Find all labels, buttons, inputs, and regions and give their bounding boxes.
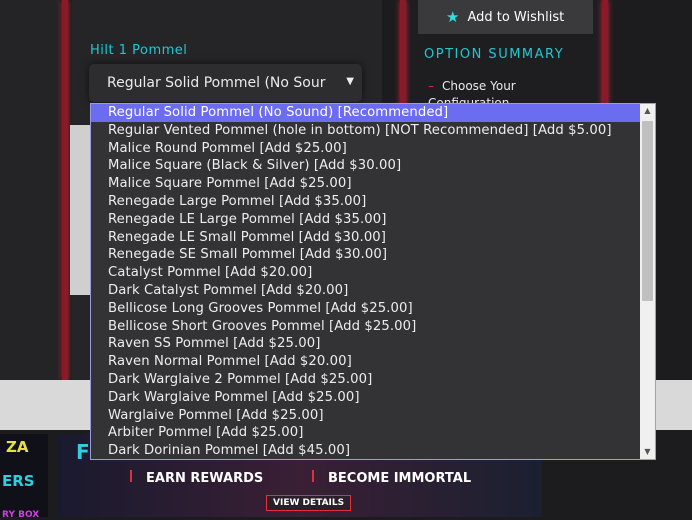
- options-container: Regular Solid Pommel (No Sound) [Recomme…: [91, 104, 655, 459]
- dropdown-option[interactable]: Dark Warglaive 2 Pommel [Add $25.00]: [91, 371, 655, 389]
- promo-thumbnail[interactable]: ZA ERS RY BOX: [0, 434, 48, 520]
- thumb-text: RY BOX: [2, 510, 40, 520]
- dropdown-option[interactable]: Renegade Large Pommel [Add $35.00]: [91, 193, 655, 211]
- dropdown-option[interactable]: Raven SS Pommel [Add $25.00]: [91, 335, 655, 353]
- scrollbar-thumb[interactable]: [642, 121, 653, 301]
- dropdown-option[interactable]: Dark Dorinian Pommel [Add $45.00]: [91, 442, 655, 459]
- banner-logo: F: [76, 440, 90, 464]
- dropdown-option[interactable]: Renegade LE Small Pommel [Add $30.00]: [91, 229, 655, 247]
- background-left: [0, 0, 60, 380]
- thumb-text: ZA: [6, 438, 29, 456]
- star-icon: ★: [446, 8, 460, 26]
- dropdown-option[interactable]: Dark Warglaive Pommel [Add $25.00]: [91, 389, 655, 407]
- scrollbar[interactable]: ▲ ▼: [640, 104, 655, 459]
- dropdown-option[interactable]: Regular Solid Pommel (No Sound) [Recomme…: [91, 104, 655, 122]
- dropdown-option[interactable]: Malice Square (Black & Silver) [Add $30.…: [91, 157, 655, 175]
- thumb-text: ERS: [2, 472, 35, 490]
- dropdown-option[interactable]: Dark Catalyst Pommel [Add $20.00]: [91, 282, 655, 300]
- become-immortal-text: BECOME IMMORTAL: [312, 470, 471, 486]
- dropdown-option[interactable]: Raven Normal Pommel [Add $20.00]: [91, 353, 655, 371]
- add-to-wishlist-button[interactable]: ★ Add to Wishlist: [418, 0, 593, 34]
- option-summary-title: OPTION SUMMARY: [424, 47, 565, 62]
- dropdown-option[interactable]: Arbiter Pommel [Add $25.00]: [91, 424, 655, 442]
- select-value: Regular Solid Pommel (No Sour: [107, 75, 326, 91]
- dropdown-option[interactable]: Renegade SE Small Pommel [Add $30.00]: [91, 246, 655, 264]
- chevron-down-icon: ▼: [346, 76, 354, 87]
- dropdown-option[interactable]: Malice Round Pommel [Add $25.00]: [91, 140, 655, 158]
- wishlist-label: Add to Wishlist: [467, 9, 565, 25]
- pommel-select[interactable]: Regular Solid Pommel (No Sour ▼: [89, 64, 362, 102]
- scroll-up-icon[interactable]: ▲: [640, 104, 655, 118]
- pommel-dropdown-list[interactable]: Regular Solid Pommel (No Sound) [Recomme…: [90, 103, 656, 460]
- dropdown-option[interactable]: Regular Vented Pommel (hole in bottom) […: [91, 122, 655, 140]
- dash-icon: –: [428, 79, 434, 93]
- dropdown-option[interactable]: Bellicose Short Grooves Pommel [Add $25.…: [91, 318, 655, 336]
- dropdown-option[interactable]: Renegade LE Large Pommel [Add $35.00]: [91, 211, 655, 229]
- dropdown-option[interactable]: Catalyst Pommel [Add $20.00]: [91, 264, 655, 282]
- dropdown-option[interactable]: Malice Square Pommel [Add $25.00]: [91, 175, 655, 193]
- scroll-down-icon[interactable]: ▼: [640, 445, 655, 459]
- dropdown-option[interactable]: Bellicose Long Grooves Pommel [Add $25.0…: [91, 300, 655, 318]
- red-stripe: [62, 0, 68, 380]
- earn-rewards-text: EARN REWARDS: [130, 470, 263, 486]
- field-label: Hilt 1 Pommel: [90, 43, 188, 58]
- view-details-button[interactable]: VIEW DETAILS: [266, 495, 352, 511]
- dropdown-option[interactable]: Warglaive Pommel [Add $25.00]: [91, 407, 655, 425]
